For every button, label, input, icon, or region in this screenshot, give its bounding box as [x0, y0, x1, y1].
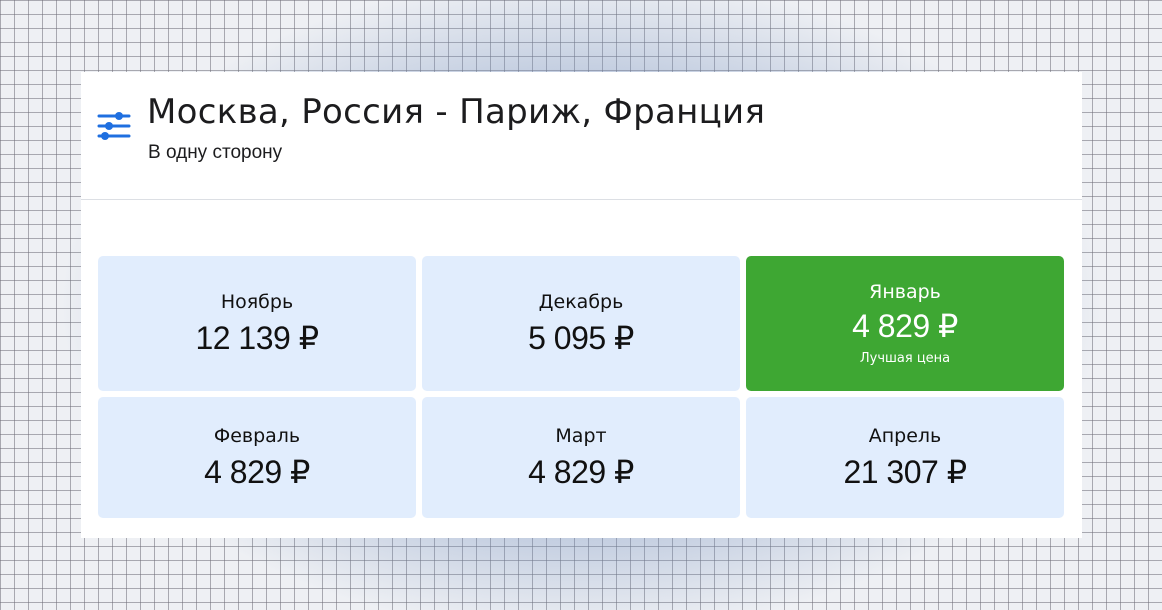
month-cell-december[interactable]: Декабрь 5 095 ₽ [422, 256, 740, 391]
trip-type-label: В одну сторону [148, 142, 283, 163]
month-price: 21 307 ₽ [843, 453, 967, 490]
month-cell-november[interactable]: Ноябрь 12 139 ₽ [98, 256, 416, 391]
month-price: 4 829 ₽ [528, 453, 634, 490]
route-card: Москва, Россия - Париж, Франция В одну с… [81, 72, 1082, 538]
filter-sliders-icon[interactable] [97, 111, 131, 143]
month-cell-march[interactable]: Март 4 829 ₽ [422, 397, 740, 518]
month-cell-january-best[interactable]: Январь 4 829 ₽ Лучшая цена [746, 256, 1064, 391]
month-cell-april[interactable]: Апрель 21 307 ₽ [746, 397, 1064, 518]
route-title: Москва, Россия - Париж, Франция [147, 92, 766, 132]
month-price: 4 829 ₽ [204, 453, 310, 490]
month-label: Ноябрь [220, 290, 294, 313]
month-price: 4 829 ₽ [852, 307, 958, 344]
month-price: 5 095 ₽ [528, 319, 634, 356]
month-price: 12 139 ₽ [195, 319, 319, 356]
route-header: Москва, Россия - Париж, Франция В одну с… [81, 72, 1082, 200]
month-label: Декабрь [538, 290, 624, 313]
month-price-grid: Ноябрь 12 139 ₽ Декабрь 5 095 ₽ Январь 4… [98, 256, 1065, 518]
month-cell-february[interactable]: Февраль 4 829 ₽ [98, 397, 416, 518]
month-label: Февраль [213, 424, 301, 447]
month-label: Март [555, 424, 607, 447]
month-label: Январь [869, 280, 941, 303]
month-label: Апрель [868, 424, 942, 447]
best-price-badge: Лучшая цена [859, 350, 951, 366]
